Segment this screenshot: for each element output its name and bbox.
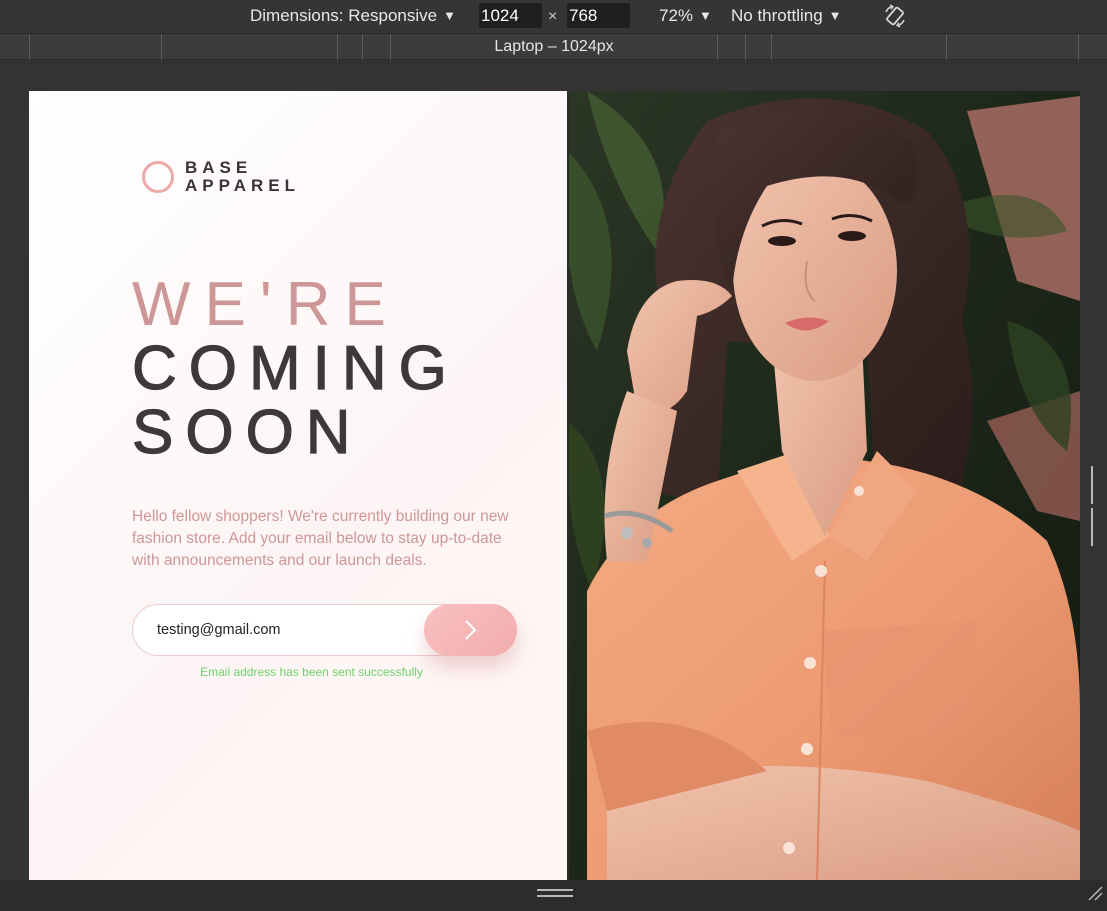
- intro-paragraph: Hello fellow shoppers! We're currently b…: [132, 508, 509, 569]
- media-query-segment[interactable]: [390, 34, 391, 60]
- caret-down-icon: ▼: [828, 8, 842, 23]
- media-query-segment[interactable]: [717, 34, 718, 60]
- media-query-segment[interactable]: [29, 34, 30, 60]
- headline-line-2: COMING: [131, 334, 459, 403]
- width-input[interactable]: [479, 3, 542, 28]
- media-query-segment[interactable]: [771, 34, 772, 60]
- caret-down-icon: ▼: [443, 8, 456, 23]
- media-query-label[interactable]: Laptop – 1024px: [440, 38, 668, 56]
- signup-form: [132, 604, 517, 656]
- throttling-label: No throttling: [731, 6, 823, 25]
- media-query-segment[interactable]: [161, 34, 162, 60]
- drag-handle-icon[interactable]: [537, 889, 573, 897]
- logo-ring-icon: [142, 161, 174, 193]
- headline-line-3: SOON: [131, 398, 363, 467]
- logo-line-1: BASE: [185, 158, 253, 177]
- logo-line-2: APPAREL: [185, 176, 300, 195]
- dimensions-label: Dimensions: Responsive: [250, 6, 438, 25]
- devtools-toolbar: Dimensions: Responsive ▼ × 72% ▼ No thrott…: [0, 0, 1107, 33]
- hero-photo: [567, 91, 1080, 880]
- page-headline: WE'RE COMING SOON: [131, 270, 459, 467]
- media-query-segment[interactable]: [362, 34, 363, 60]
- submit-button[interactable]: [424, 604, 517, 656]
- media-query-bar: Laptop – 1024px: [0, 33, 1107, 60]
- times-separator: ×: [548, 8, 558, 25]
- pane-divider: [567, 91, 569, 880]
- emulated-viewport: BASE APPAREL WE'RE COMING SOON Hello fel…: [29, 91, 1080, 880]
- brand-logo[interactable]: BASE APPAREL: [142, 159, 300, 195]
- width-resize-handle[interactable]: [1091, 466, 1099, 546]
- headline-line-1: WE'RE: [132, 270, 400, 339]
- content-pane: BASE APPAREL WE'RE COMING SOON Hello fel…: [29, 91, 567, 880]
- dimensions-dropdown[interactable]: Dimensions: Responsive ▼: [250, 6, 456, 27]
- media-query-segment[interactable]: [1078, 34, 1079, 60]
- chevron-right-icon: [465, 620, 477, 640]
- hero-image: [567, 91, 1080, 880]
- media-query-segment[interactable]: [946, 34, 947, 60]
- success-message: Email address has been sent successfully: [200, 665, 423, 679]
- height-input[interactable]: [567, 3, 630, 28]
- throttling-dropdown[interactable]: No throttling ▼: [731, 6, 842, 27]
- resize-grip-icon[interactable]: [1087, 885, 1103, 901]
- zoom-dropdown[interactable]: 72% ▼: [659, 6, 712, 27]
- logo-wordmark: BASE APPAREL: [185, 159, 300, 195]
- devtools-bottom-bar: [0, 880, 1107, 911]
- rotate-button[interactable]: [882, 3, 908, 29]
- media-query-segment[interactable]: [745, 34, 746, 60]
- media-query-segment[interactable]: [337, 34, 338, 60]
- rotate-icon: [885, 4, 905, 28]
- caret-down-icon: ▼: [699, 8, 712, 23]
- zoom-label: 72%: [659, 6, 694, 25]
